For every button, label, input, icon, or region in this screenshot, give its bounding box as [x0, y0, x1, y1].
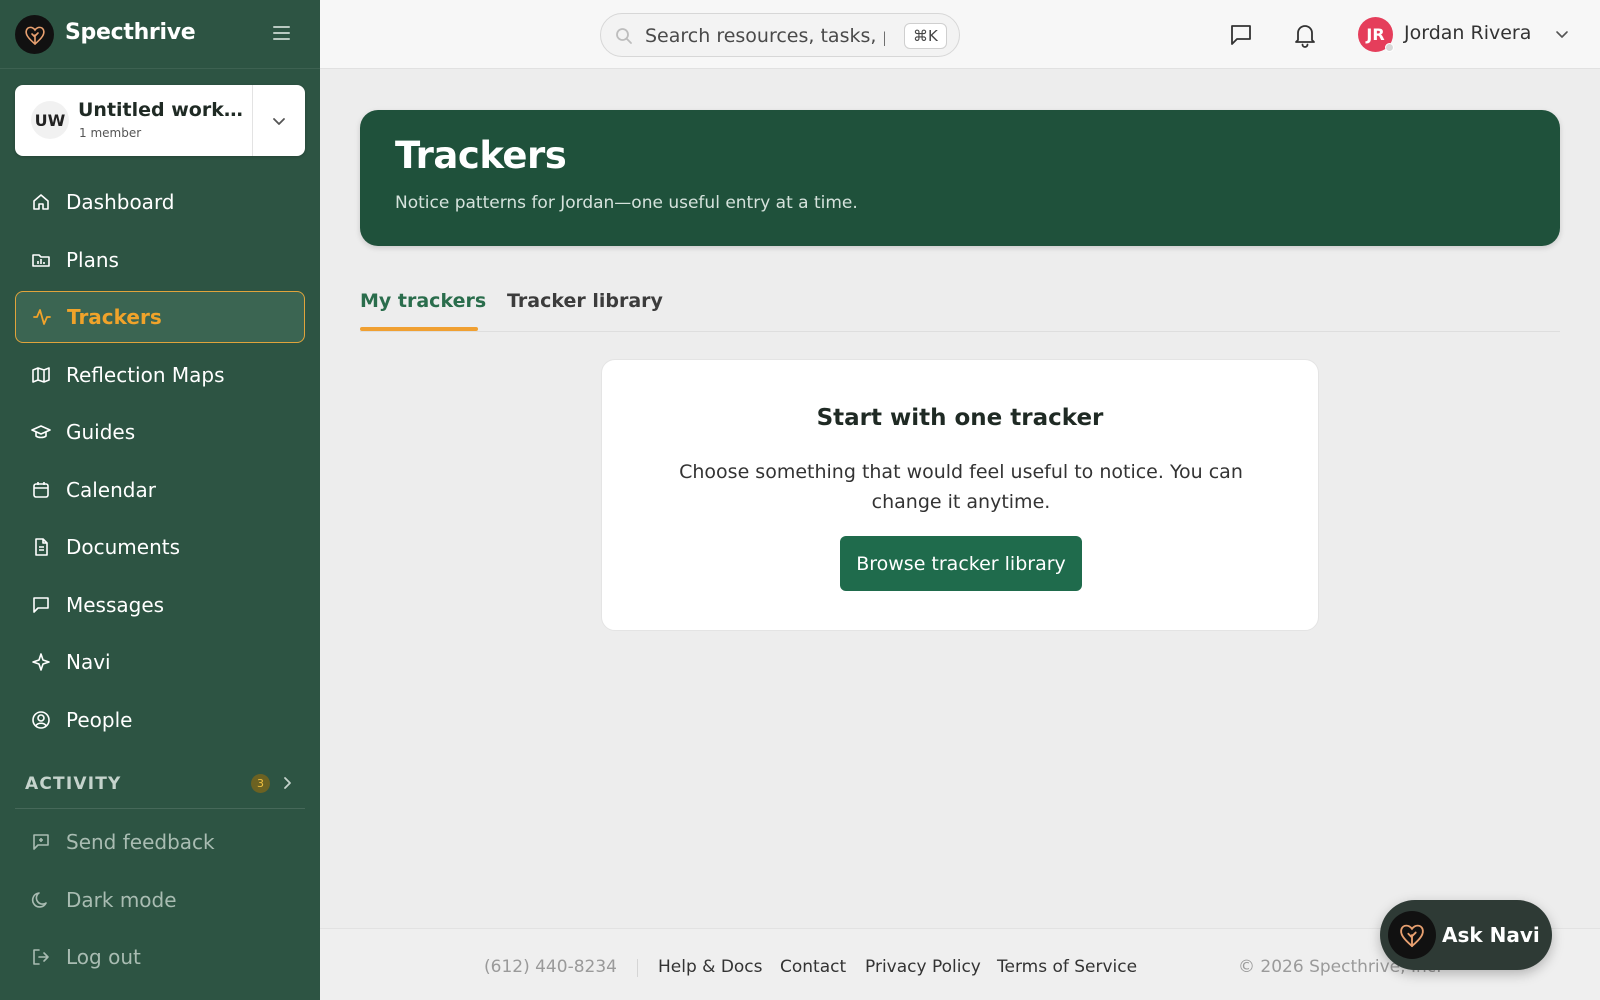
dark-mode-label: Dark mode — [66, 887, 177, 912]
page-subtitle: Notice patterns for Jordan—one useful en… — [395, 193, 858, 213]
tab-tracker-library[interactable]: Tracker library — [507, 290, 663, 312]
sidebar: Specthrive UW Untitled work... 1 member … — [0, 0, 320, 1000]
sidebar-item-label: Navi — [66, 650, 111, 674]
secondary-nav: Send feedback Dark mode Log out — [15, 816, 305, 989]
activity-section-toggle[interactable]: ACTIVITY 3 — [15, 764, 305, 804]
activity-count-badge: 3 — [251, 774, 270, 793]
sidebar-item-label: Dashboard — [66, 190, 175, 214]
sidebar-item-plans[interactable]: Plans — [15, 234, 305, 286]
chevron-down-icon — [1556, 31, 1568, 38]
sidebar-item-label: Reflection Maps — [66, 362, 225, 387]
sidebar-item-documents[interactable]: Documents — [15, 521, 305, 573]
page-header: Trackers Notice patterns for Jordan—one … — [360, 110, 1560, 246]
footer-link-contact[interactable]: Contact — [780, 957, 846, 977]
ask-navi-button[interactable]: Ask Navi — [1380, 900, 1552, 970]
sidebar-item-people[interactable]: People — [15, 694, 305, 746]
ask-navi-label: Ask Navi — [1442, 923, 1540, 947]
brand-name: Specthrive — [65, 20, 196, 45]
tab-label: Tracker library — [507, 290, 663, 312]
search-input[interactable] — [645, 23, 885, 49]
tab-bar: My trackers Tracker library — [360, 280, 1560, 332]
sidebar-item-label: Trackers — [67, 305, 162, 329]
folder-chart-icon — [30, 249, 52, 271]
workspace-avatar: UW — [31, 101, 69, 139]
user-name: Jordan Rivera — [1404, 22, 1532, 44]
footer-link-terms-of-service[interactable]: Terms of Service — [997, 957, 1137, 977]
footer-phone: (612) 440-8234 — [484, 957, 617, 977]
feedback-icon — [30, 831, 52, 853]
workspace-switcher[interactable]: UW Untitled work... 1 member — [15, 85, 305, 156]
search-bar[interactable]: ⌘K — [600, 13, 960, 57]
sidebar-item-label: Plans — [66, 247, 119, 272]
document-icon — [30, 536, 52, 558]
footer-divider — [637, 959, 638, 977]
bell-icon[interactable] — [1292, 22, 1318, 48]
chevron-down-icon[interactable] — [270, 112, 288, 130]
sidebar-item-guides[interactable]: Guides — [15, 406, 305, 458]
sidebar-item-dashboard[interactable]: Dashboard — [15, 176, 305, 228]
top-bar: ⌘K JR Jordan Rivera — [320, 0, 1600, 69]
sidebar-item-reflection-maps[interactable]: Reflection Maps — [15, 349, 305, 401]
calendar-icon — [30, 479, 52, 501]
workspace-members: 1 member — [79, 126, 142, 140]
activity-label: ACTIVITY — [25, 774, 122, 794]
sidebar-divider — [15, 808, 305, 809]
menu-toggle-icon[interactable] — [273, 26, 290, 40]
message-icon — [30, 594, 52, 616]
sidebar-item-label: Messages — [66, 592, 165, 617]
sidebar-item-label: Calendar — [66, 477, 156, 502]
browse-tracker-library-button[interactable]: Browse tracker library — [840, 536, 1082, 591]
sidebar-item-trackers[interactable]: Trackers — [15, 291, 305, 343]
moon-icon — [30, 889, 52, 911]
tab-label: My trackers — [360, 290, 487, 312]
sidebar-item-label: Guides — [66, 420, 136, 444]
sidebar-item-label: People — [66, 707, 133, 732]
home-icon — [30, 191, 52, 213]
search-icon — [616, 28, 632, 44]
user-circle-icon — [30, 709, 52, 731]
sidebar-item-messages[interactable]: Messages — [15, 579, 305, 631]
heart-tree-icon — [1388, 911, 1436, 959]
user-menu[interactable]: JR Jordan Rivera — [1358, 16, 1588, 52]
main-nav: Dashboard Plans Trackers Reflection Maps… — [15, 176, 305, 751]
sidebar-item-calendar[interactable]: Calendar — [15, 464, 305, 516]
empty-state-description: Choose something that would feel useful … — [679, 461, 1243, 513]
chevron-right-icon — [284, 777, 291, 789]
log-out-label: Log out — [66, 945, 141, 969]
search-shortcut-hint: ⌘K — [904, 23, 947, 49]
sparkle-icon — [30, 651, 52, 673]
page-title: Trackers — [395, 134, 567, 177]
empty-state-title: Start with one tracker — [816, 405, 1104, 431]
log-out-button[interactable]: Log out — [15, 931, 305, 983]
message-icon[interactable] — [1228, 22, 1254, 48]
status-indicator — [1385, 43, 1394, 52]
footer-link-help-docs[interactable]: Help & Docs — [658, 957, 763, 977]
workspace-divider — [252, 85, 253, 156]
dark-mode-toggle[interactable]: Dark mode — [15, 874, 305, 926]
graduation-cap-icon — [30, 421, 52, 443]
empty-state-card: Start with one tracker Choose something … — [601, 359, 1319, 631]
activity-icon — [31, 306, 53, 328]
tab-my-trackers[interactable]: My trackers — [360, 290, 486, 312]
send-feedback-label: Send feedback — [66, 830, 215, 854]
active-tab-indicator — [360, 327, 478, 331]
footer-link-privacy-policy[interactable]: Privacy Policy — [865, 957, 981, 977]
logout-icon — [30, 946, 52, 968]
heart-tree-icon[interactable] — [15, 15, 54, 54]
send-feedback-button[interactable]: Send feedback — [15, 816, 305, 868]
brand-header: Specthrive — [0, 0, 320, 69]
sidebar-item-navi[interactable]: Navi — [15, 636, 305, 688]
sidebar-item-label: Documents — [66, 535, 181, 559]
workspace-name: Untitled work... — [78, 99, 243, 121]
map-icon — [30, 364, 52, 386]
